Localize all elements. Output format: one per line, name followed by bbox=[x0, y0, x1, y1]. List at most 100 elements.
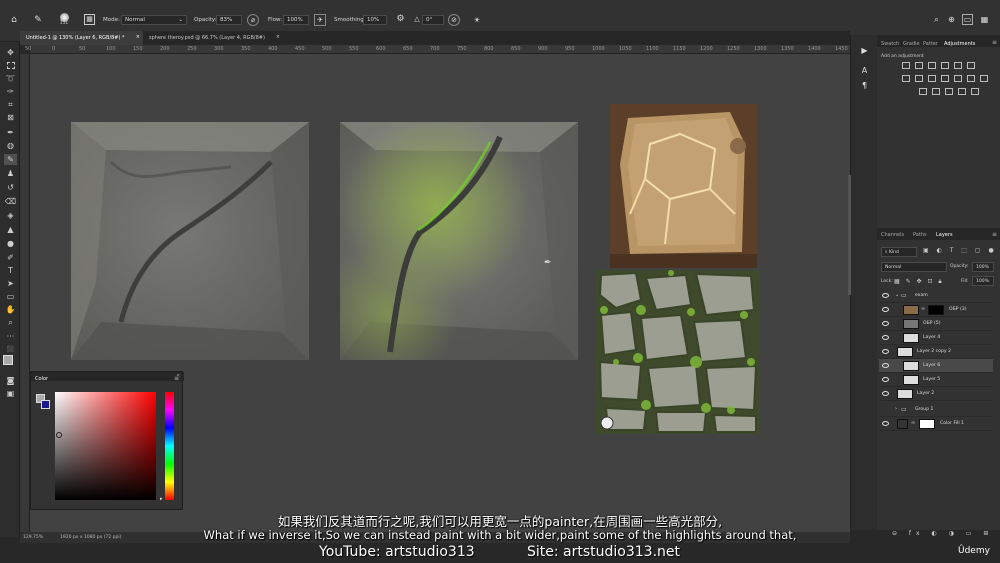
eye-icon[interactable] bbox=[882, 349, 889, 354]
adjustment-icon[interactable] bbox=[902, 75, 910, 82]
tab-adjustments[interactable]: Adjustments bbox=[944, 41, 975, 47]
marquee-tool-icon[interactable] bbox=[4, 60, 17, 71]
eye-icon[interactable] bbox=[882, 335, 889, 340]
hidden-eye-slot[interactable] bbox=[882, 407, 889, 412]
paint-bucket-tool-icon[interactable]: ◈ bbox=[4, 210, 17, 221]
panel-menu-icon[interactable]: ≡ bbox=[174, 375, 179, 382]
zoom-tool-icon[interactable]: ⌕ bbox=[4, 317, 17, 328]
history-brush-tool-icon[interactable]: ↺ bbox=[4, 182, 17, 193]
eye-icon[interactable] bbox=[882, 321, 889, 326]
symmetry-icon[interactable]: ⚹ bbox=[471, 14, 483, 26]
adjustment-icon[interactable] bbox=[954, 62, 962, 69]
layer-opacity-field[interactable]: 100% bbox=[972, 262, 994, 272]
tab-swatches[interactable]: Swatch bbox=[881, 41, 899, 47]
adjustment-icon[interactable] bbox=[941, 62, 949, 69]
tab-patterns[interactable]: Patter bbox=[923, 41, 938, 47]
mode-select[interactable]: Normal ⌄ bbox=[121, 15, 187, 25]
angle-field[interactable]: 0° bbox=[422, 15, 444, 25]
pressure-opacity-icon[interactable]: ⌀ bbox=[247, 14, 259, 26]
search-icon[interactable]: ⌕ bbox=[931, 14, 942, 25]
panel-menu-icon[interactable]: ≡ bbox=[992, 39, 997, 46]
saturation-value-field[interactable] bbox=[55, 392, 156, 500]
adjustment-icon[interactable] bbox=[932, 88, 940, 95]
chevron-down-icon[interactable]: ⌄ bbox=[895, 292, 899, 298]
adjustment-icon[interactable] bbox=[915, 75, 923, 82]
adjustment-icon[interactable] bbox=[980, 75, 988, 82]
brush-settings-icon[interactable]: ▦ bbox=[84, 14, 95, 25]
home-icon[interactable]: ⌂ bbox=[8, 14, 20, 26]
brush-tool-icon[interactable]: ✎ bbox=[32, 14, 44, 26]
adjustment-icon[interactable] bbox=[967, 75, 975, 82]
adjustment-icon[interactable] bbox=[902, 62, 910, 69]
layer-row-layer-5[interactable]: Layer 5 bbox=[879, 373, 993, 387]
lasso-tool-icon[interactable]: ➰ bbox=[4, 73, 17, 84]
eyedropper-tool-icon[interactable]: ✒ bbox=[4, 127, 17, 138]
gear-icon[interactable]: ⚙ bbox=[395, 14, 406, 25]
frame-tool-icon[interactable]: ⊠ bbox=[4, 112, 17, 123]
more-tools-icon[interactable]: ··· bbox=[4, 331, 17, 342]
layer-kind-filter[interactable]: ⌕ Kind bbox=[881, 247, 917, 257]
tab-sphere-theroy[interactable]: sphere theroy.psd @ 66.7% (Layer 4, RGB/… bbox=[143, 31, 283, 45]
type-tool-icon[interactable]: T bbox=[4, 265, 17, 276]
hand-tool-icon[interactable]: ✋ bbox=[4, 304, 17, 315]
history-icon[interactable]: ▶ bbox=[859, 45, 870, 56]
blend-mode-select[interactable]: Normal bbox=[881, 262, 947, 272]
character-icon[interactable]: A bbox=[859, 65, 870, 76]
opacity-field[interactable]: 83% bbox=[216, 15, 242, 25]
close-icon[interactable]: × bbox=[276, 34, 280, 40]
smoothing-field[interactable]: 10% bbox=[363, 15, 387, 25]
tab-untitled-1[interactable]: Untitled-1 @ 130% (Layer 6, RGB/8#) * × bbox=[20, 31, 143, 45]
tab-layers[interactable]: Layers bbox=[936, 232, 953, 238]
fill-field[interactable]: 100% bbox=[972, 276, 994, 286]
flow-field[interactable]: 100% bbox=[283, 15, 309, 25]
tab-paths[interactable]: Paths bbox=[913, 232, 927, 238]
tab-channels[interactable]: Channels bbox=[881, 232, 904, 238]
adjustment-icon[interactable] bbox=[954, 75, 962, 82]
eye-icon[interactable] bbox=[882, 307, 889, 312]
eye-icon[interactable] bbox=[882, 421, 889, 426]
scrollbar[interactable] bbox=[848, 175, 851, 295]
layer-row-obr-5[interactable]: ОБР (5) bbox=[879, 317, 993, 331]
crop-tool-icon[interactable]: ⌗ bbox=[4, 99, 17, 110]
share-icon[interactable]: ⊕ bbox=[946, 14, 957, 25]
adjustment-icon[interactable] bbox=[967, 62, 975, 69]
eye-icon[interactable] bbox=[882, 293, 889, 298]
pen-tool-icon[interactable]: ✐ bbox=[4, 252, 17, 263]
eraser-tool-icon[interactable]: ⌫ bbox=[4, 196, 17, 207]
pressure-size-icon[interactable]: ⊘ bbox=[448, 14, 460, 26]
layer-row-layer-4[interactable]: Layer 4 bbox=[879, 331, 993, 345]
path-select-tool-icon[interactable]: ➤ bbox=[4, 278, 17, 289]
chevron-right-icon[interactable]: › bbox=[895, 406, 897, 412]
brush-preset-picker[interactable]: 151 bbox=[56, 10, 72, 30]
layer-row-layer-6[interactable]: Layer 6 bbox=[879, 359, 993, 373]
layer-row-layer-2-copy-2[interactable]: Layer 2 copy 2 bbox=[879, 345, 993, 359]
paragraph-icon[interactable]: ¶ bbox=[859, 80, 870, 91]
adjustment-icon[interactable] bbox=[971, 88, 979, 95]
tab-gradients[interactable]: Gradie bbox=[903, 41, 920, 47]
hue-slider[interactable] bbox=[165, 392, 174, 500]
blur-tool-icon[interactable]: ▲ bbox=[4, 224, 17, 235]
adjustment-icon[interactable] bbox=[928, 62, 936, 69]
brush-tool-icon[interactable]: ✎ bbox=[4, 154, 17, 165]
layer-row-color-fill-1[interactable]: ∞ Color Fill 1 bbox=[879, 417, 993, 431]
airbrush-icon[interactable]: ✈ bbox=[314, 14, 326, 26]
screen-mode-icon[interactable]: ▣ bbox=[4, 388, 17, 399]
adjustment-icon[interactable] bbox=[945, 88, 953, 95]
rectangle-tool-icon[interactable]: ▭ bbox=[4, 291, 17, 302]
eye-icon[interactable] bbox=[882, 377, 889, 382]
workspace-icon[interactable]: ▭ bbox=[962, 14, 973, 25]
color-picker-handle[interactable] bbox=[56, 432, 62, 438]
quick-mask-icon[interactable]: ◙ bbox=[4, 375, 17, 386]
quick-select-tool-icon[interactable]: ✑ bbox=[4, 86, 17, 97]
eye-icon[interactable] bbox=[882, 391, 889, 396]
default-colors-icon[interactable]: ⬛ bbox=[4, 344, 17, 355]
adjustment-icon[interactable] bbox=[941, 75, 949, 82]
layer-row-group-1[interactable]: › ▭ Group 1 bbox=[879, 403, 993, 417]
hue-slider-handle[interactable]: ▸ bbox=[160, 496, 163, 502]
adjustment-icon[interactable] bbox=[915, 62, 923, 69]
layer-row-exam[interactable]: ⌄ ▭ exam bbox=[879, 289, 993, 303]
background-color-swatch[interactable] bbox=[41, 400, 50, 409]
adjustment-icon[interactable] bbox=[928, 75, 936, 82]
move-tool-icon[interactable]: ✥ bbox=[4, 47, 17, 58]
adjustment-icon[interactable] bbox=[958, 88, 966, 95]
